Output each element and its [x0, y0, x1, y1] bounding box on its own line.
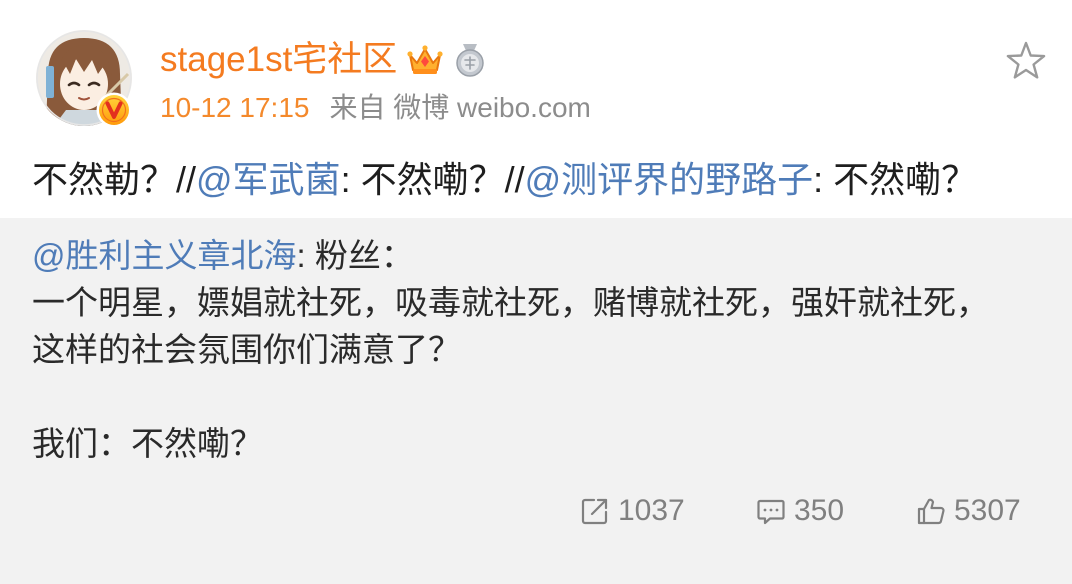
post-text-segment: : 不然嘞？: [813, 159, 978, 200]
retweet-blank-line: [32, 373, 1052, 420]
retweet-text-segment: : 粉丝：: [296, 237, 414, 274]
comment-count: 350: [794, 494, 845, 527]
favorite-button[interactable]: [1004, 40, 1048, 82]
medal-icon[interactable]: [453, 43, 487, 77]
share-icon: [581, 498, 608, 525]
post-source: 来自 微博 weibo.com: [329, 92, 591, 123]
retweet-line: 一个明星，嫖娼就社死，吸毒就社死，赌博就社死，强奸就社死，: [32, 284, 989, 321]
post-time[interactable]: 10-12 17:15: [160, 90, 309, 126]
author-name[interactable]: stage1st宅社区: [160, 38, 397, 82]
post-text-segment: 不然勒？//: [32, 159, 197, 200]
crown-icon[interactable]: [407, 43, 443, 77]
post-meta: 10-12 17:15 来自 微博 weibo.com: [160, 90, 591, 126]
comment-icon: [757, 499, 785, 525]
retweet-card[interactable]: @胜利主义章北海: 粉丝： 一个明星，嫖娼就社死，吸毒就社死，赌博就社死，强奸就…: [0, 218, 1072, 584]
repost-count: 1037: [618, 494, 685, 527]
mention-link[interactable]: @测评界的野路子: [525, 156, 814, 204]
like-count: 5307: [954, 494, 1021, 527]
author-row: stage1st宅社区: [160, 38, 487, 82]
post-text: 不然勒？//@军武菌: 不然嘞？//@测评界的野路子: 不然嘞？: [32, 156, 1052, 204]
retweet-line: @胜利主义章北海: 粉丝：: [32, 232, 1052, 279]
like-icon: [917, 498, 945, 525]
verified-v-icon: [96, 92, 132, 128]
retweet-line: 这样的社会氛围你们满意了？: [32, 331, 461, 368]
repost-button[interactable]: 1037: [580, 492, 685, 530]
like-button[interactable]: 5307: [916, 492, 1021, 530]
post-text-segment: : 不然嘞？//: [340, 159, 525, 200]
retweet-text: @胜利主义章北海: 粉丝： 一个明星，嫖娼就社死，吸毒就社死，赌博就社死，强奸就…: [32, 232, 1052, 467]
star-outline-icon: [1006, 41, 1046, 79]
mention-link[interactable]: @军武菌: [196, 156, 341, 204]
retweet-line: 我们：不然嘞？: [32, 425, 263, 462]
comment-button[interactable]: 350: [756, 492, 844, 530]
retweet-author-mention[interactable]: @胜利主义章北海: [32, 232, 297, 279]
